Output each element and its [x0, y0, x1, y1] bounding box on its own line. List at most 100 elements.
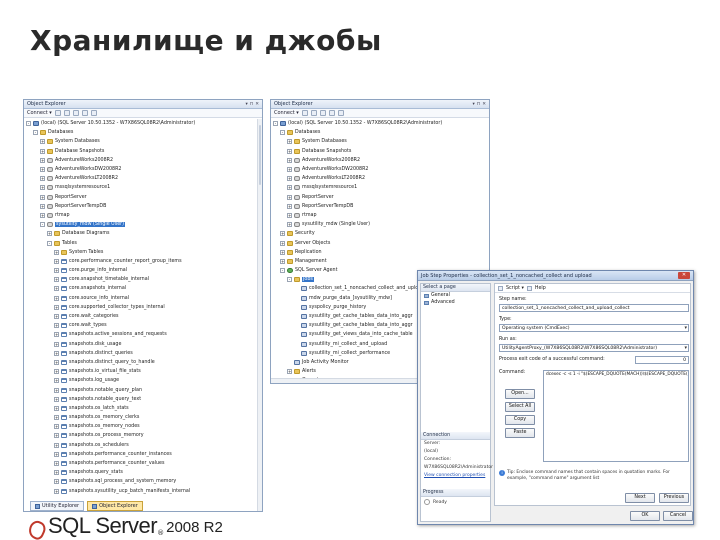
select-all-button[interactable]: Select All — [505, 402, 535, 412]
stop-icon[interactable] — [319, 110, 326, 116]
close-icon[interactable]: ✕ — [255, 102, 259, 107]
expand-icon[interactable]: + — [40, 148, 45, 154]
tree-node[interactable]: + snapshots.sysutility_ucp_batch_manifest… — [26, 487, 260, 496]
tree-node[interactable]: - Databases — [26, 128, 260, 137]
dialog-close-icon[interactable]: ✕ — [678, 272, 690, 279]
expand-icon[interactable]: + — [54, 433, 59, 439]
tree-node[interactable]: + snapshots.performance_counter_values — [26, 459, 260, 468]
expand-icon[interactable]: + — [54, 332, 59, 338]
ok-button[interactable]: OK — [630, 511, 660, 521]
expand-icon[interactable]: + — [40, 157, 45, 163]
expand-icon[interactable]: + — [280, 249, 285, 255]
expand-icon[interactable]: + — [54, 295, 59, 301]
tree-node[interactable]: + snapshots.notable_query_text — [26, 395, 260, 404]
collapse-icon[interactable]: - — [47, 240, 52, 246]
cancel-button[interactable]: Cancel — [663, 511, 693, 521]
expand-icon[interactable]: + — [54, 415, 59, 421]
autohide-icon[interactable]: ⊓ — [250, 102, 254, 107]
tree-node[interactable]: + snapshots.distinct_query_to_handle — [26, 358, 260, 367]
expand-icon[interactable]: + — [40, 212, 45, 218]
expand-icon[interactable]: + — [54, 461, 59, 467]
tree-node[interactable]: + ReportServerTempDB — [26, 202, 260, 211]
paste-button[interactable]: Paste — [505, 428, 535, 438]
expand-icon[interactable]: + — [54, 470, 59, 476]
expand-icon[interactable]: + — [40, 139, 45, 145]
tree-node[interactable]: + snapshots.disk_usage — [26, 340, 260, 349]
tree-node[interactable]: + core.performance_counter_report_group_i… — [26, 257, 260, 266]
collapse-icon[interactable]: - — [26, 121, 31, 127]
expand-icon[interactable]: + — [287, 212, 292, 218]
refresh-icon[interactable] — [337, 110, 344, 116]
expand-icon[interactable]: + — [54, 369, 59, 375]
tree-node[interactable]: + mssqlsystemresource1 — [26, 183, 260, 192]
type-select[interactable]: Operating system (CmdExec) — [499, 324, 689, 332]
tree-node[interactable]: + snapshots.os_memory_clerks — [26, 413, 260, 422]
exit-code-input[interactable]: 0 — [635, 356, 689, 364]
disconnect-icon[interactable] — [310, 110, 317, 116]
run-as-select[interactable]: UtilityAgentProxy_(W7X86SQL08R2\W7X86SQL… — [499, 344, 689, 352]
tree-node[interactable]: + snapshots.log_usage — [26, 376, 260, 385]
tree-node[interactable]: + snapshots.sql_process_and_system_memory — [26, 477, 260, 486]
expand-icon[interactable]: + — [54, 268, 59, 274]
tree-node[interactable]: + snapshots.performance_counter_instances — [26, 450, 260, 459]
expand-icon[interactable]: + — [54, 286, 59, 292]
tree-node[interactable]: + snapshots.notable_query_plan — [26, 385, 260, 394]
tree-node[interactable]: + AdventureWorksLT2008R2 — [273, 174, 487, 183]
open-button[interactable]: Open... — [505, 389, 535, 399]
previous-button[interactable]: Previous — [659, 493, 689, 503]
tree-node[interactable]: + System Databases — [26, 137, 260, 146]
stop-icon[interactable] — [72, 110, 79, 116]
tree-node[interactable]: + AdventureWorks2008R2 — [26, 156, 260, 165]
tree-node[interactable]: + Database Snapshots — [273, 147, 487, 156]
tree-node[interactable]: + rtmap — [26, 211, 260, 220]
expand-icon[interactable]: + — [54, 378, 59, 384]
tree-node[interactable]: + ReportServerTempDB — [273, 202, 487, 211]
pin-icon[interactable]: ▾ — [472, 102, 474, 107]
tree-node[interactable]: + core.purge_info_internal — [26, 266, 260, 275]
tree-node[interactable]: + AdventureWorksLT2008R2 — [26, 174, 260, 183]
expand-icon[interactable]: + — [54, 405, 59, 411]
filter-icon[interactable] — [328, 110, 335, 116]
expand-icon[interactable]: + — [287, 185, 292, 191]
view-connection-properties-link[interactable]: View connection properties — [421, 472, 490, 479]
tree-node[interactable]: + Management — [273, 257, 487, 266]
expand-icon[interactable]: + — [54, 323, 59, 329]
tree-node[interactable]: + AdventureWorksDW2008R2 — [26, 165, 260, 174]
connect-icon[interactable] — [301, 110, 308, 116]
expand-icon[interactable]: + — [40, 203, 45, 209]
expand-icon[interactable]: + — [287, 222, 292, 228]
connect-button[interactable]: Connect ▾ — [274, 110, 299, 116]
expand-icon[interactable]: + — [54, 277, 59, 283]
tree-node[interactable]: + System Databases — [273, 137, 487, 146]
tree-node[interactable]: + snapshots.os_memory_nodes — [26, 422, 260, 431]
expand-icon[interactable]: + — [287, 148, 292, 154]
close-icon[interactable]: ✕ — [482, 102, 486, 107]
tree-node[interactable]: - Tables — [26, 238, 260, 247]
pin-icon[interactable]: ▾ — [245, 102, 247, 107]
tree-node[interactable]: + snapshots.os_process_memory — [26, 431, 260, 440]
autohide-icon[interactable]: ⊓ — [477, 102, 481, 107]
tree-node[interactable]: + Database Diagrams — [26, 229, 260, 238]
tree-node[interactable]: + Server Objects — [273, 238, 487, 247]
collapse-icon[interactable]: - — [40, 222, 45, 228]
tree-node[interactable]: + rtmap — [273, 211, 487, 220]
page-advanced[interactable]: Advanced — [421, 299, 490, 306]
expand-icon[interactable]: + — [287, 176, 292, 182]
collapse-icon[interactable]: - — [33, 130, 38, 136]
tree-node[interactable]: + Replication — [273, 248, 487, 257]
tree-node[interactable]: + AdventureWorks2008R2 — [273, 156, 487, 165]
expand-icon[interactable]: + — [287, 203, 292, 209]
expand-icon[interactable]: + — [280, 231, 285, 237]
expand-icon[interactable]: + — [54, 249, 59, 255]
expand-icon[interactable]: + — [54, 304, 59, 310]
step-name-input[interactable]: collection_set_1_noncached_collect_and_u… — [499, 304, 689, 312]
expand-icon[interactable]: + — [287, 167, 292, 173]
expand-icon[interactable]: + — [54, 359, 59, 365]
tree-node[interactable]: - Databases — [273, 128, 487, 137]
tree-node[interactable]: + AdventureWorksDW2008R2 — [273, 165, 487, 174]
tree-node[interactable]: + snapshots.distinct_queries — [26, 349, 260, 358]
tree-node[interactable]: + core.snapshots_internal — [26, 284, 260, 293]
refresh-icon[interactable] — [90, 110, 97, 116]
expand-icon[interactable]: + — [54, 387, 59, 393]
expand-icon[interactable]: + — [54, 258, 59, 264]
